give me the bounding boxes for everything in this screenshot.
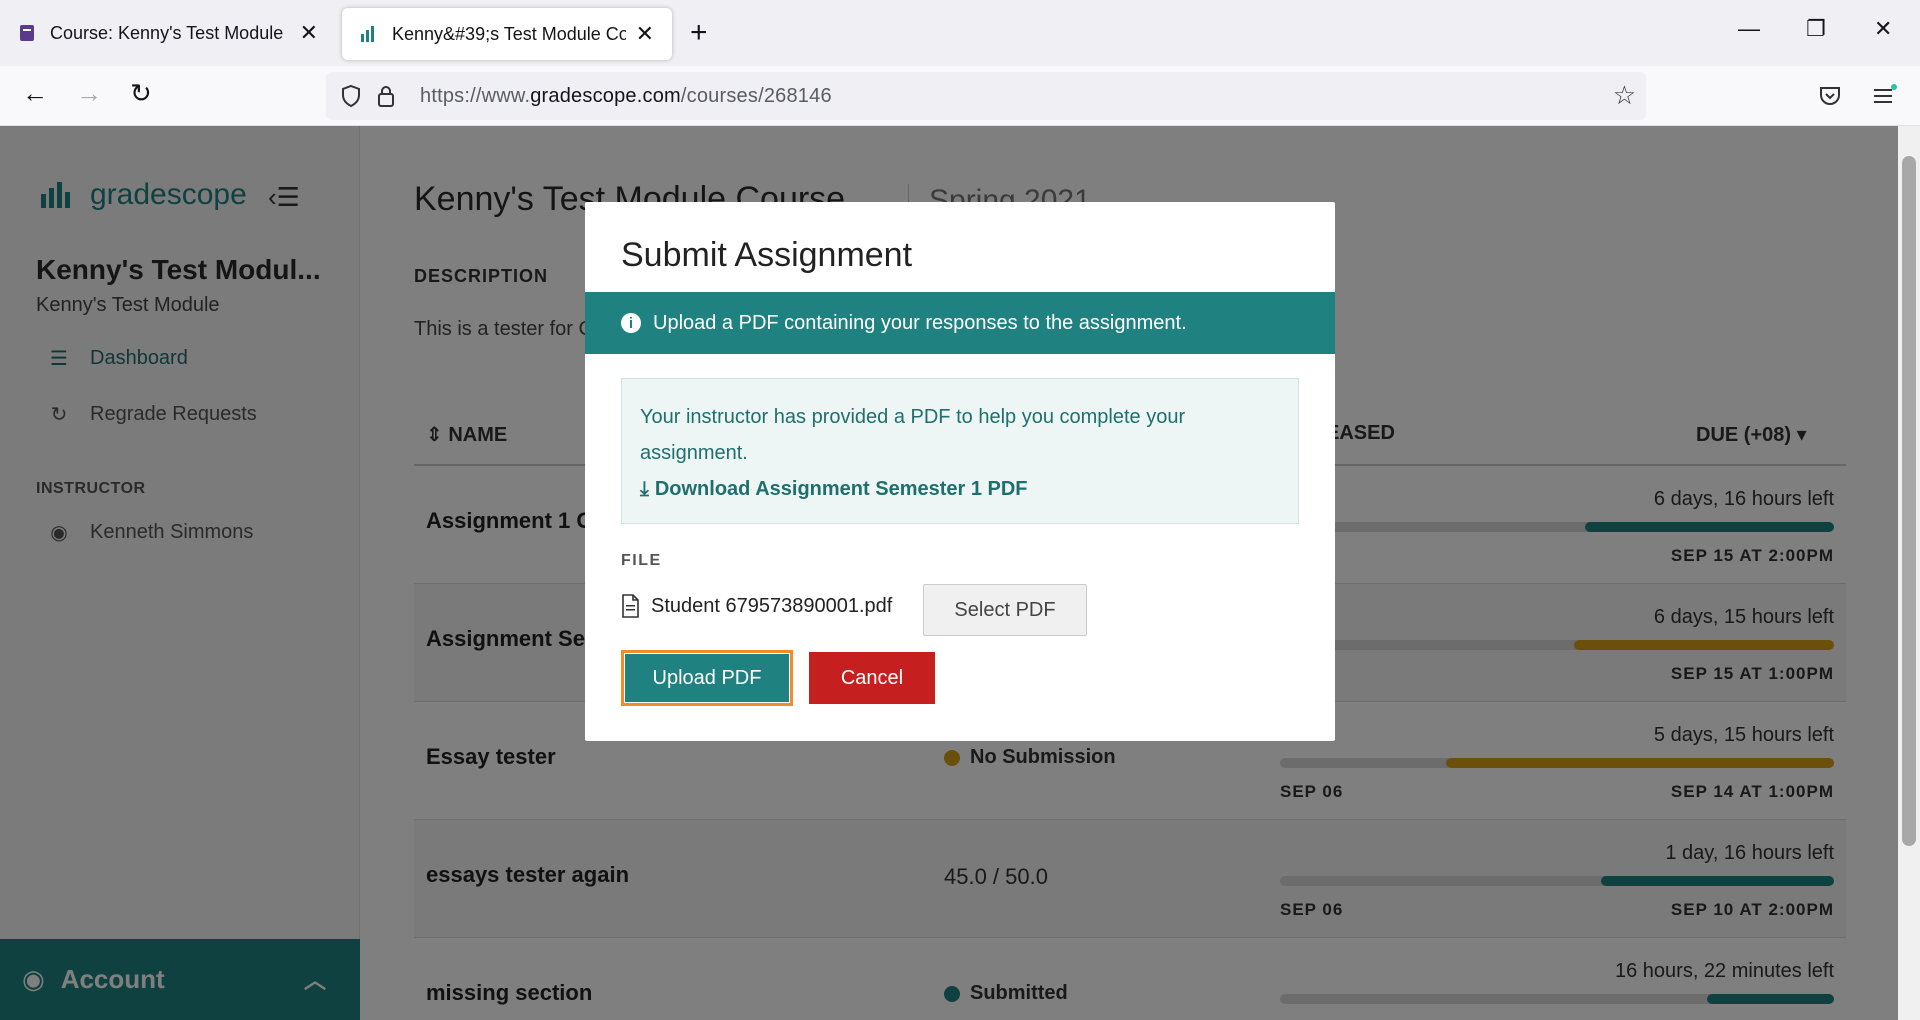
- instructor-pdf-note: Your instructor has provided a PDF to he…: [621, 378, 1299, 524]
- close-window-icon[interactable]: ✕: [1874, 16, 1892, 42]
- url-text: https://www.gradescope.com/courses/26814…: [420, 85, 832, 107]
- shield-icon: [342, 84, 360, 108]
- pocket-icon[interactable]: [1818, 84, 1842, 108]
- info-banner: i Upload a PDF containing your responses…: [585, 292, 1335, 354]
- new-tab-icon[interactable]: +: [690, 16, 708, 50]
- lock-icon: [378, 86, 394, 107]
- download-pdf-link[interactable]: ⤓ Download Assignment Semester 1 PDF: [640, 471, 1280, 507]
- reload-icon[interactable]: ↻: [130, 78, 152, 109]
- url-bar[interactable]: https://www.gradescope.com/courses/26814…: [326, 72, 1646, 120]
- close-tab-icon[interactable]: ✕: [636, 21, 654, 47]
- upload-pdf-button[interactable]: Upload PDF: [621, 650, 793, 706]
- cancel-button[interactable]: Cancel: [809, 652, 935, 704]
- info-icon: i: [621, 313, 641, 333]
- bookmark-star-icon[interactable]: ☆: [1613, 80, 1636, 111]
- browser-tabbar: Course: Kenny's Test Module ✕ Kenny&#39;…: [0, 0, 1920, 66]
- back-icon[interactable]: ←: [22, 78, 48, 109]
- file-heading: FILE: [621, 552, 662, 569]
- modal-title: Submit Assignment: [621, 236, 913, 274]
- select-pdf-button[interactable]: Select PDF: [923, 584, 1087, 636]
- menu-icon[interactable]: [1872, 84, 1898, 108]
- download-icon: ⤓: [640, 478, 649, 500]
- tab-title: Kenny&#39;s Test Module Cour: [392, 23, 626, 44]
- tab-gradescope[interactable]: Kenny&#39;s Test Module Cour ✕: [342, 8, 672, 60]
- gradescope-favicon-icon: [361, 26, 374, 42]
- close-tab-icon[interactable]: ✕: [300, 20, 318, 46]
- tab-title: Course: Kenny's Test Module: [50, 22, 284, 43]
- minimize-icon[interactable]: —: [1738, 16, 1760, 42]
- page-scrollbar[interactable]: [1898, 126, 1920, 1020]
- restore-icon[interactable]: ❐: [1806, 16, 1826, 42]
- browser-navbar: ← → ↻ https://www.gradescope.com/courses…: [0, 66, 1920, 126]
- course-favicon-icon: [20, 25, 34, 41]
- forward-icon[interactable]: →: [76, 78, 102, 109]
- selected-file: Student 679573890001.pdf: [621, 594, 892, 618]
- submit-assignment-modal: Submit Assignment i Upload a PDF contain…: [585, 202, 1335, 741]
- scrollbar-thumb[interactable]: [1902, 156, 1916, 846]
- tab-course[interactable]: Course: Kenny's Test Module ✕: [0, 0, 336, 66]
- document-icon: [622, 594, 639, 618]
